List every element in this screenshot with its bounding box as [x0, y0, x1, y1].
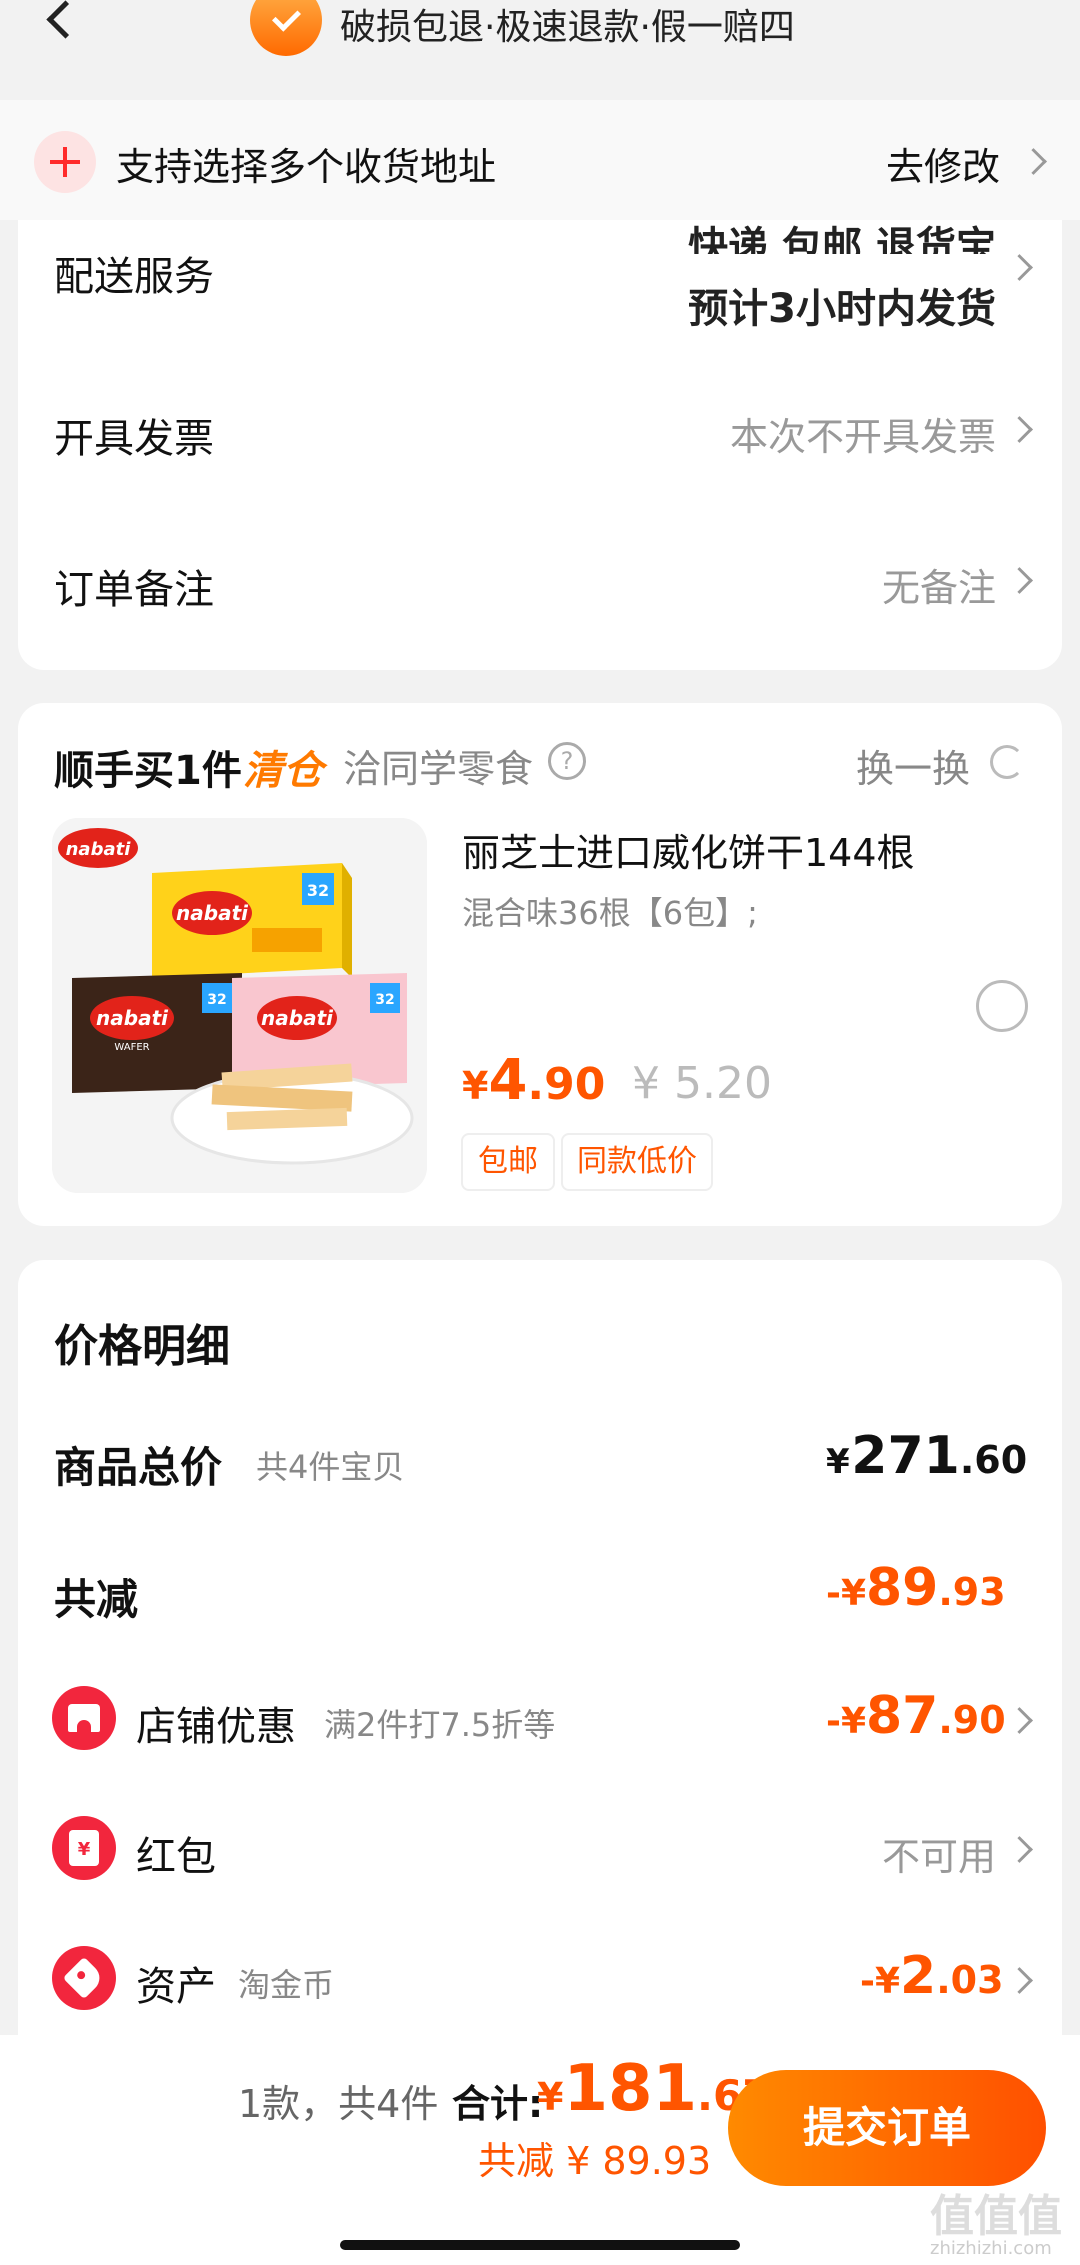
red-packet-label: 红包 — [136, 1834, 216, 1880]
amount-decimal: .90 — [938, 1698, 1006, 1742]
amount-integer: 87 — [866, 1686, 939, 1746]
assets-note: 淘金币 — [238, 1966, 335, 2004]
address-hint: 支持选择多个收货地址 — [116, 145, 497, 189]
store-discount-note: 满2件打7.5折等 — [324, 1706, 556, 1744]
chevron-right-icon — [1008, 247, 1038, 287]
select-radio[interactable] — [976, 980, 1028, 1032]
currency: -¥ — [860, 1961, 900, 2002]
addon-title: 顺手买1件 — [54, 748, 242, 794]
store-icon — [52, 1686, 116, 1750]
corner-brand-text: nabati — [66, 839, 132, 860]
product-image[interactable]: nabati nabati 32 nabati WAFER 32 nabati … — [52, 818, 427, 1193]
wafer-boxes-illustration: nabati nabati 32 nabati WAFER 32 nabati … — [52, 818, 427, 1193]
refresh-icon[interactable] — [990, 745, 1024, 779]
assets-amount[interactable]: -¥2.03 — [860, 1946, 1004, 2006]
chevron-right-icon — [1008, 1829, 1038, 1869]
goods-total-amount: ¥ 271.60 — [826, 1426, 1027, 1486]
home-indicator[interactable] — [340, 2240, 740, 2250]
brown-box-brand: nabati — [96, 1006, 169, 1030]
brown-box-sub: WAFER — [114, 1042, 149, 1053]
currency: ¥ — [826, 1442, 850, 1482]
guarantee-text: 破损包退·极速退款·假一赔四 — [340, 7, 795, 48]
brown-box-count: 32 — [207, 992, 226, 1008]
store-discount-label: 店铺优惠 — [136, 1704, 296, 1750]
price-integer: 4 — [488, 1048, 528, 1113]
coupon-tag-icon — [52, 1946, 116, 2010]
saved-amount: 共减 ¥ 89.93 — [478, 2139, 712, 2183]
chevron-right-icon — [1022, 141, 1052, 181]
amount-integer: 2 — [900, 1946, 937, 2006]
product-title[interactable]: 丽芝士进口威化饼干144根 — [462, 822, 915, 877]
plus-icon — [34, 131, 96, 193]
shop-name: 洽同学零食 — [343, 747, 534, 791]
price-detail-card — [18, 1260, 1062, 2060]
delivery-service-line1: 快递 包邮 退货宝 — [688, 224, 996, 254]
chevron-right-icon — [1008, 1700, 1038, 1740]
item-count: 1款，共4件 — [238, 2082, 439, 2126]
delivery-service-label: 配送服务 — [54, 254, 214, 300]
watermark-url: zhizhizhi.com — [930, 2238, 1052, 2259]
pink-box-brand: nabati — [261, 1006, 334, 1030]
price-decimal: .90 — [527, 1059, 606, 1110]
help-icon[interactable]: ? — [548, 742, 586, 780]
address-edit-link[interactable]: 去修改 — [886, 136, 1000, 191]
pink-box-count: 32 — [375, 992, 394, 1008]
amount-decimal: .60 — [959, 1438, 1028, 1482]
goods-count-note: 共4件宝贝 — [256, 1448, 405, 1486]
delivery-service-line2[interactable]: 预计3小时内发货 — [560, 276, 996, 334]
invoice-value[interactable]: 本次不开具发票 — [560, 406, 996, 461]
currency: ¥ — [537, 2075, 564, 2119]
swap-button[interactable]: 换一换 — [856, 738, 970, 793]
low-price-tag: 同款低价 — [561, 1133, 713, 1191]
amount-integer: 181 — [563, 2052, 698, 2126]
yellow-box-brand: nabati — [176, 901, 249, 925]
yellow-box-count: 32 — [307, 881, 329, 900]
price-detail-title: 价格明细 — [54, 1321, 230, 1372]
total-label: 合计: — [452, 2082, 544, 2126]
store-discount-amount[interactable]: -¥87.90 — [826, 1686, 1006, 1746]
goods-total-label: 商品总价 — [54, 1443, 223, 1492]
chevron-right-icon — [1008, 560, 1038, 600]
chevron-right-icon — [1008, 1960, 1038, 2000]
amount-decimal: .03 — [936, 1958, 1004, 2002]
red-packet-glyph: ¥ — [69, 1830, 99, 1866]
product-spec[interactable]: 混合味36根【6包】; — [462, 888, 758, 934]
order-note-label: 订单备注 — [54, 567, 214, 613]
submit-order-button[interactable]: 提交订单 — [728, 2070, 1046, 2186]
currency: -¥ — [826, 1701, 866, 1742]
watermark-logo: 值值值 — [930, 2191, 1062, 2242]
clearance-tag: 清仓 — [243, 748, 323, 794]
total-reduce-label: 共减 — [54, 1575, 139, 1624]
free-shipping-tag: 包邮 — [461, 1133, 555, 1191]
amount-decimal: .93 — [938, 1570, 1006, 1614]
chevron-right-icon — [1008, 409, 1038, 449]
order-note-value[interactable]: 无备注 — [560, 557, 996, 612]
back-arrow-icon[interactable] — [40, 0, 80, 44]
product-price: ¥4.90 — [462, 1048, 605, 1113]
invoice-label: 开具发票 — [54, 416, 214, 462]
total-reduce-amount: -¥89.93 — [826, 1558, 1006, 1618]
amount-integer: 271 — [851, 1426, 960, 1486]
price-currency: ¥ — [462, 1064, 489, 1108]
amount-integer: 89 — [866, 1558, 939, 1618]
currency: -¥ — [826, 1573, 866, 1614]
red-packet-icon: ¥ — [52, 1816, 116, 1880]
red-packet-value[interactable]: 不可用 — [700, 1826, 996, 1881]
assets-label: 资产 — [136, 1964, 216, 2010]
original-price: ¥ 5.20 — [632, 1058, 772, 1109]
